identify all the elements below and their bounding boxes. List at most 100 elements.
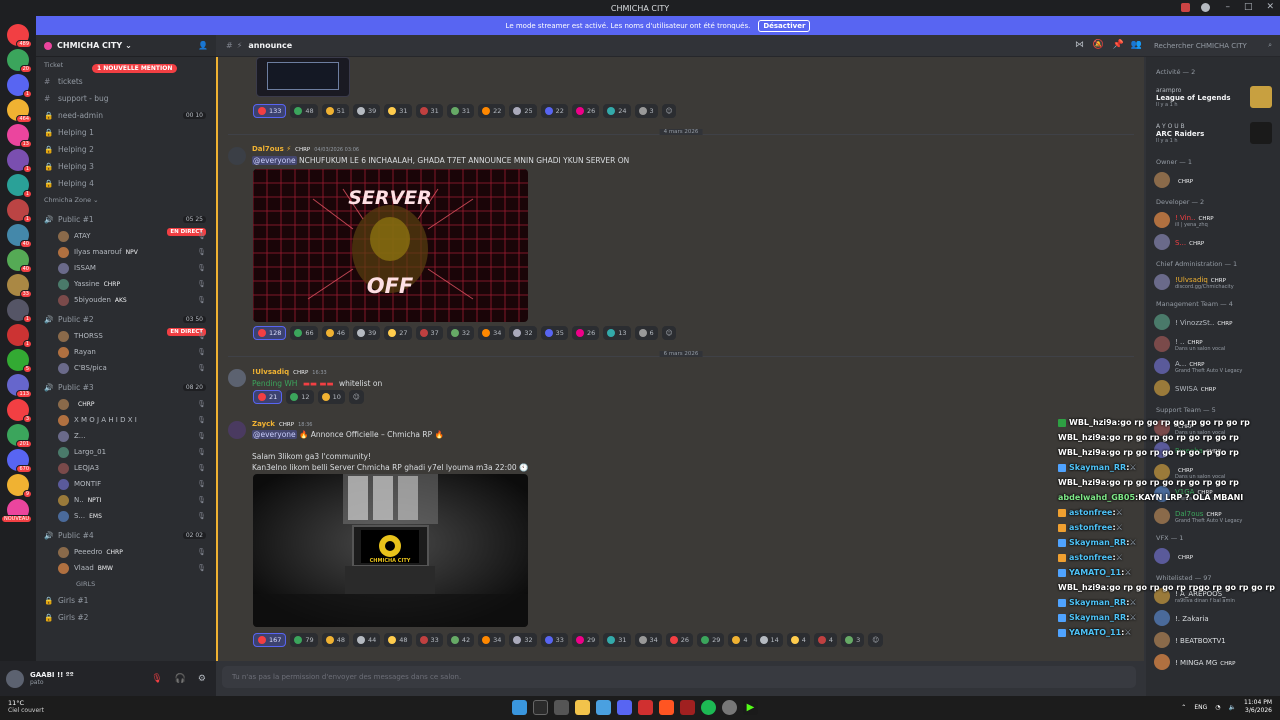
category-girls[interactable]: GIRLS bbox=[36, 576, 216, 592]
member-item[interactable]: A... CHRP Grand Theft Auto V Legacy bbox=[1146, 355, 1280, 377]
server-icon[interactable]: 5 bbox=[7, 349, 32, 373]
reaction[interactable]: 44 bbox=[352, 633, 381, 647]
voice-user[interactable]: Peeedro CHRP 🎙 bbox=[36, 544, 216, 560]
add-reaction-icon[interactable]: ☺ bbox=[661, 326, 677, 340]
threads-icon[interactable]: ⋈ bbox=[1075, 40, 1084, 50]
pin-icon[interactable]: 📌 bbox=[1113, 40, 1124, 50]
voice-channel-public1[interactable]: 🔊 Public #1 EN DIRECT 05 25 bbox=[36, 211, 216, 236]
settings-gear-icon[interactable]: ⚙ bbox=[198, 674, 206, 684]
reaction[interactable]: 31 bbox=[415, 104, 443, 118]
reaction[interactable]: 13 bbox=[603, 326, 631, 340]
reaction[interactable]: 25 bbox=[509, 104, 537, 118]
reaction[interactable]: 34 bbox=[634, 633, 662, 647]
notification-icon[interactable]: 🔕 bbox=[1093, 40, 1104, 50]
server-icon[interactable]: 1 bbox=[7, 174, 32, 198]
reaction[interactable]: 22 bbox=[540, 104, 568, 118]
mute-icon[interactable]: 🎙 bbox=[151, 674, 162, 684]
reaction[interactable]: 26 bbox=[665, 633, 694, 647]
server-icon[interactable]: 201 bbox=[7, 424, 32, 448]
spotify-icon[interactable] bbox=[701, 700, 716, 715]
member-item[interactable]: ! MINGA MG CHRP bbox=[1146, 651, 1280, 673]
photos-icon[interactable] bbox=[596, 700, 611, 715]
category-chmicha-zone[interactable]: Chmicha Zone ⌄ bbox=[36, 192, 216, 208]
channel-item[interactable]: 🔒 Girls #1 bbox=[36, 592, 216, 609]
voice-user[interactable]: Yassine CHRP 🎙 bbox=[36, 276, 216, 292]
reaction[interactable]: 22 bbox=[478, 104, 506, 118]
maximize-icon[interactable]: □ bbox=[1244, 2, 1253, 12]
reaction[interactable]: 51 bbox=[321, 104, 349, 118]
member-list-icon[interactable]: 👥 bbox=[1131, 40, 1142, 50]
server-icon[interactable]: 3 bbox=[7, 399, 32, 423]
member-item[interactable]: S... CHRP bbox=[1146, 231, 1280, 253]
server-icon[interactable]: 40 bbox=[7, 249, 32, 273]
start-icon[interactable] bbox=[512, 700, 527, 715]
voice-user[interactable]: 5biyouden AKS 🎙 bbox=[36, 292, 216, 308]
category-ticket[interactable]: Ticket bbox=[36, 57, 216, 73]
channel-item[interactable]: 🔒 Helping 2 bbox=[36, 141, 216, 158]
reaction[interactable]: 29 bbox=[697, 633, 725, 647]
server-icon[interactable]: 1 bbox=[7, 324, 32, 348]
app-icon[interactable] bbox=[680, 700, 695, 715]
voice-user[interactable]: X M O J A H I D X I 🎙 bbox=[36, 412, 216, 428]
reaction[interactable]: 48 bbox=[384, 633, 412, 647]
member-item[interactable]: SWISA CHRP bbox=[1146, 377, 1280, 399]
clock[interactable]: 11:04 PM 3/6/2026 bbox=[1244, 699, 1272, 715]
reaction[interactable]: 3 bbox=[841, 633, 865, 647]
volume-icon[interactable]: 🔈 bbox=[1229, 704, 1236, 711]
server-icon[interactable]: 1 bbox=[7, 74, 32, 98]
brave-icon[interactable] bbox=[659, 700, 674, 715]
deafen-icon[interactable]: 🎧 bbox=[175, 674, 186, 684]
reaction[interactable]: 26 bbox=[571, 326, 600, 340]
reaction[interactable]: 66 bbox=[290, 326, 318, 340]
reaction[interactable]: 10 bbox=[317, 390, 345, 404]
reaction[interactable]: 21 bbox=[253, 390, 283, 404]
reaction[interactable]: 33 bbox=[540, 633, 568, 647]
avatar[interactable] bbox=[228, 421, 246, 439]
reaction[interactable]: 34 bbox=[478, 326, 506, 340]
kick-icon[interactable]: ▶ bbox=[743, 700, 758, 715]
reaction[interactable]: 32 bbox=[509, 326, 537, 340]
message-image[interactable] bbox=[256, 57, 350, 97]
voice-user[interactable]: N.. NPTI 🎙 bbox=[36, 492, 216, 508]
pending-role-mention[interactable]: Pending WH bbox=[252, 379, 297, 388]
chevron-up-icon[interactable]: ⌃ bbox=[1181, 704, 1186, 711]
close-icon[interactable]: ✕ bbox=[1266, 2, 1274, 12]
voice-user[interactable]: LEQJA3 🎙 bbox=[36, 460, 216, 476]
server-icon[interactable]: 670 bbox=[7, 449, 32, 473]
reaction[interactable]: 33 bbox=[415, 633, 443, 647]
weather-widget[interactable]: 11°C Ciel couvert bbox=[8, 699, 44, 714]
server-off-image[interactable]: SERVER OFF bbox=[253, 169, 528, 322]
voice-user[interactable]: Ilyas maarouf NPV 🎙 bbox=[36, 244, 216, 260]
voice-user[interactable]: ISSAM 🎙 bbox=[36, 260, 216, 276]
server-icon[interactable]: 40 bbox=[7, 224, 32, 248]
server-icon[interactable]: 113 bbox=[7, 374, 32, 398]
voice-channel-public3[interactable]: 🔊 Public #3 08 20 bbox=[36, 379, 216, 396]
wifi-icon[interactable]: ◔ bbox=[1215, 704, 1220, 711]
reaction[interactable]: 39 bbox=[352, 104, 381, 118]
server-icon[interactable]: 13 bbox=[7, 124, 32, 148]
channel-item[interactable]: 🔒 Helping 4 bbox=[36, 175, 216, 192]
steam-icon[interactable] bbox=[722, 700, 737, 715]
voice-user[interactable]: Rayan 🎙 bbox=[36, 344, 216, 360]
add-member-icon[interactable]: 👤 bbox=[198, 41, 208, 50]
reaction[interactable]: 32 bbox=[446, 326, 475, 340]
reaction[interactable]: 4 bbox=[728, 633, 752, 647]
search-input[interactable]: Rechercher CHMICHA CITY ⌕ bbox=[1146, 35, 1280, 57]
avatar[interactable] bbox=[6, 669, 24, 688]
reaction[interactable]: 27 bbox=[384, 326, 412, 340]
voice-user[interactable]: S... EMS 🎙 bbox=[36, 508, 216, 524]
inbox-icon[interactable] bbox=[1181, 3, 1190, 12]
add-reaction-icon[interactable]: ☺ bbox=[868, 633, 883, 647]
announcement-image[interactable]: CHMICHA CITY bbox=[253, 474, 528, 627]
help-icon[interactable] bbox=[1201, 3, 1210, 12]
server-icon[interactable]: 20 bbox=[7, 49, 32, 73]
member-item[interactable]: CHRP bbox=[1146, 169, 1280, 191]
message-author[interactable]: Zayck CHRP 18:36 bbox=[252, 420, 313, 428]
reaction[interactable]: 42 bbox=[446, 633, 475, 647]
channel-item[interactable]: 🔒 Helping 1 bbox=[36, 124, 216, 141]
message-list[interactable]: 133 48 51 39 31 31 31 22 25 22 26 24 3 ☺ 4 mars 2026 … bbox=[216, 57, 1146, 661]
voice-user[interactable]: Vlaad BMW 🎙 bbox=[36, 560, 216, 576]
voice-channel-public2[interactable]: 🔊 Public #2 EN DIRECT 03 50 bbox=[36, 311, 216, 336]
reaction[interactable]: 6 bbox=[634, 326, 658, 340]
server-icon[interactable]: 1 bbox=[7, 199, 32, 223]
